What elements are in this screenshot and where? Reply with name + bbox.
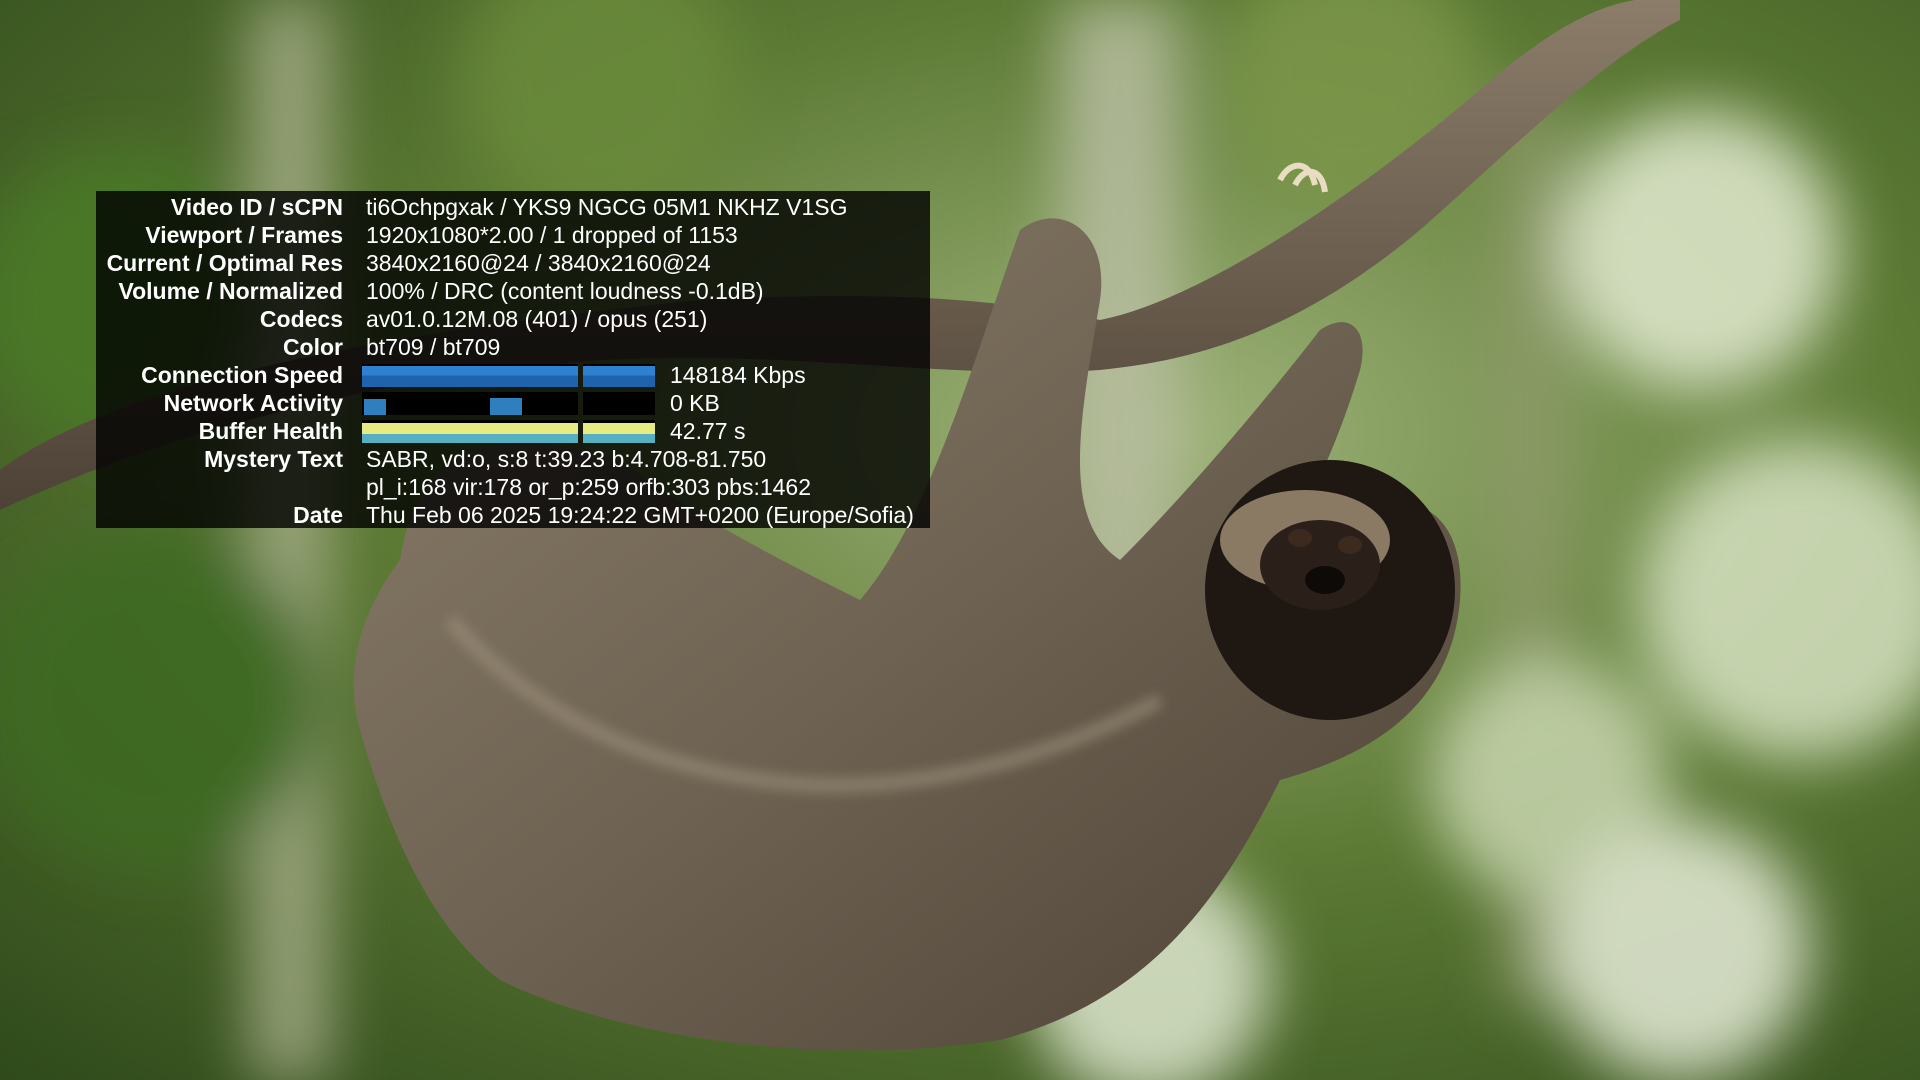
network-activity-spike — [364, 398, 386, 415]
mystery-text-row-2: pl_i:168 vir:178 or_p:259 orfb:303 pbs:1… — [96, 473, 930, 501]
resolution-row: Current / Optimal Res 3840x2160@24 / 384… — [96, 249, 930, 277]
resolution-value: 3840x2160@24 / 3840x2160@24 — [366, 250, 711, 276]
buffer-health-label: Buffer Health — [198, 418, 343, 444]
buffer-health-bar-recent — [583, 423, 655, 443]
buffer-health-bar — [362, 423, 578, 443]
viewport-label: Viewport / Frames — [145, 222, 343, 248]
color-row: Color bt709 / bt709 — [96, 333, 930, 361]
connection-speed-bar-recent — [583, 366, 655, 387]
codecs-value: av01.0.12M.08 (401) / opus (251) — [366, 306, 708, 332]
volume-row: Volume / Normalized 100% / DRC (content … — [96, 277, 930, 305]
mystery-text-row: Mystery Text SABR, vd:o, s:8 t:39.23 b:4… — [96, 445, 930, 473]
connection-speed-graph — [362, 364, 655, 387]
connection-speed-bar — [362, 366, 578, 387]
mystery-text-line1: SABR, vd:o, s:8 t:39.23 b:4.708-81.750 — [366, 446, 767, 472]
video-id-value: ti6Ochpgxak / YKS9 NGCG 05M1 NKHZ V1SG — [366, 194, 848, 220]
mystery-text-label: Mystery Text — [204, 446, 343, 472]
connection-speed-label: Connection Speed — [141, 362, 343, 388]
network-activity-value: 0 KB — [670, 390, 720, 416]
resolution-label: Current / Optimal Res — [106, 250, 343, 276]
network-activity-spike — [490, 397, 522, 415]
codecs-label: Codecs — [259, 306, 343, 332]
video-frame[interactable] — [0, 0, 1920, 1080]
buffer-health-graph — [362, 420, 655, 443]
viewport-value: 1920x1080*2.00 / 1 dropped of 1153 — [366, 222, 738, 248]
buffer-health-graph-history — [362, 420, 578, 443]
buffer-health-row: Buffer Health 42.77 s — [96, 417, 930, 445]
network-activity-graph-recent — [583, 392, 655, 415]
network-activity-row: Network Activity 0 KB — [96, 389, 930, 417]
network-activity-graph — [362, 392, 655, 415]
volume-value: 100% / DRC (content loudness -0.1dB) — [366, 278, 764, 304]
volume-label: Volume / Normalized — [118, 278, 343, 304]
stats-for-nerds-panel: Video ID / sCPN ti6Ochpgxak / YKS9 NGCG … — [96, 191, 930, 528]
date-label: Date — [293, 502, 343, 528]
network-activity-label: Network Activity — [163, 390, 343, 416]
date-row: Date Thu Feb 06 2025 19:24:22 GMT+0200 (… — [96, 501, 930, 529]
codecs-row: Codecs av01.0.12M.08 (401) / opus (251) — [96, 305, 930, 333]
network-activity-graph-history — [362, 392, 578, 415]
connection-speed-graph-recent — [583, 364, 655, 387]
connection-speed-value: 148184 Kbps — [670, 362, 806, 388]
mystery-text-line2: pl_i:168 vir:178 or_p:259 orfb:303 pbs:1… — [366, 474, 811, 500]
color-value: bt709 / bt709 — [366, 334, 501, 360]
buffer-health-graph-recent — [583, 420, 655, 443]
video-id-row: Video ID / sCPN ti6Ochpgxak / YKS9 NGCG … — [96, 193, 930, 221]
color-label: Color — [282, 334, 343, 360]
date-value: Thu Feb 06 2025 19:24:22 GMT+0200 (Europ… — [366, 502, 914, 528]
buffer-health-value: 42.77 s — [670, 418, 746, 444]
viewport-row: Viewport / Frames 1920x1080*2.00 / 1 dro… — [96, 221, 930, 249]
connection-speed-row: Connection Speed 148184 Kbps — [96, 361, 930, 389]
video-id-label: Video ID / sCPN — [170, 194, 343, 220]
connection-speed-graph-history — [362, 364, 578, 387]
